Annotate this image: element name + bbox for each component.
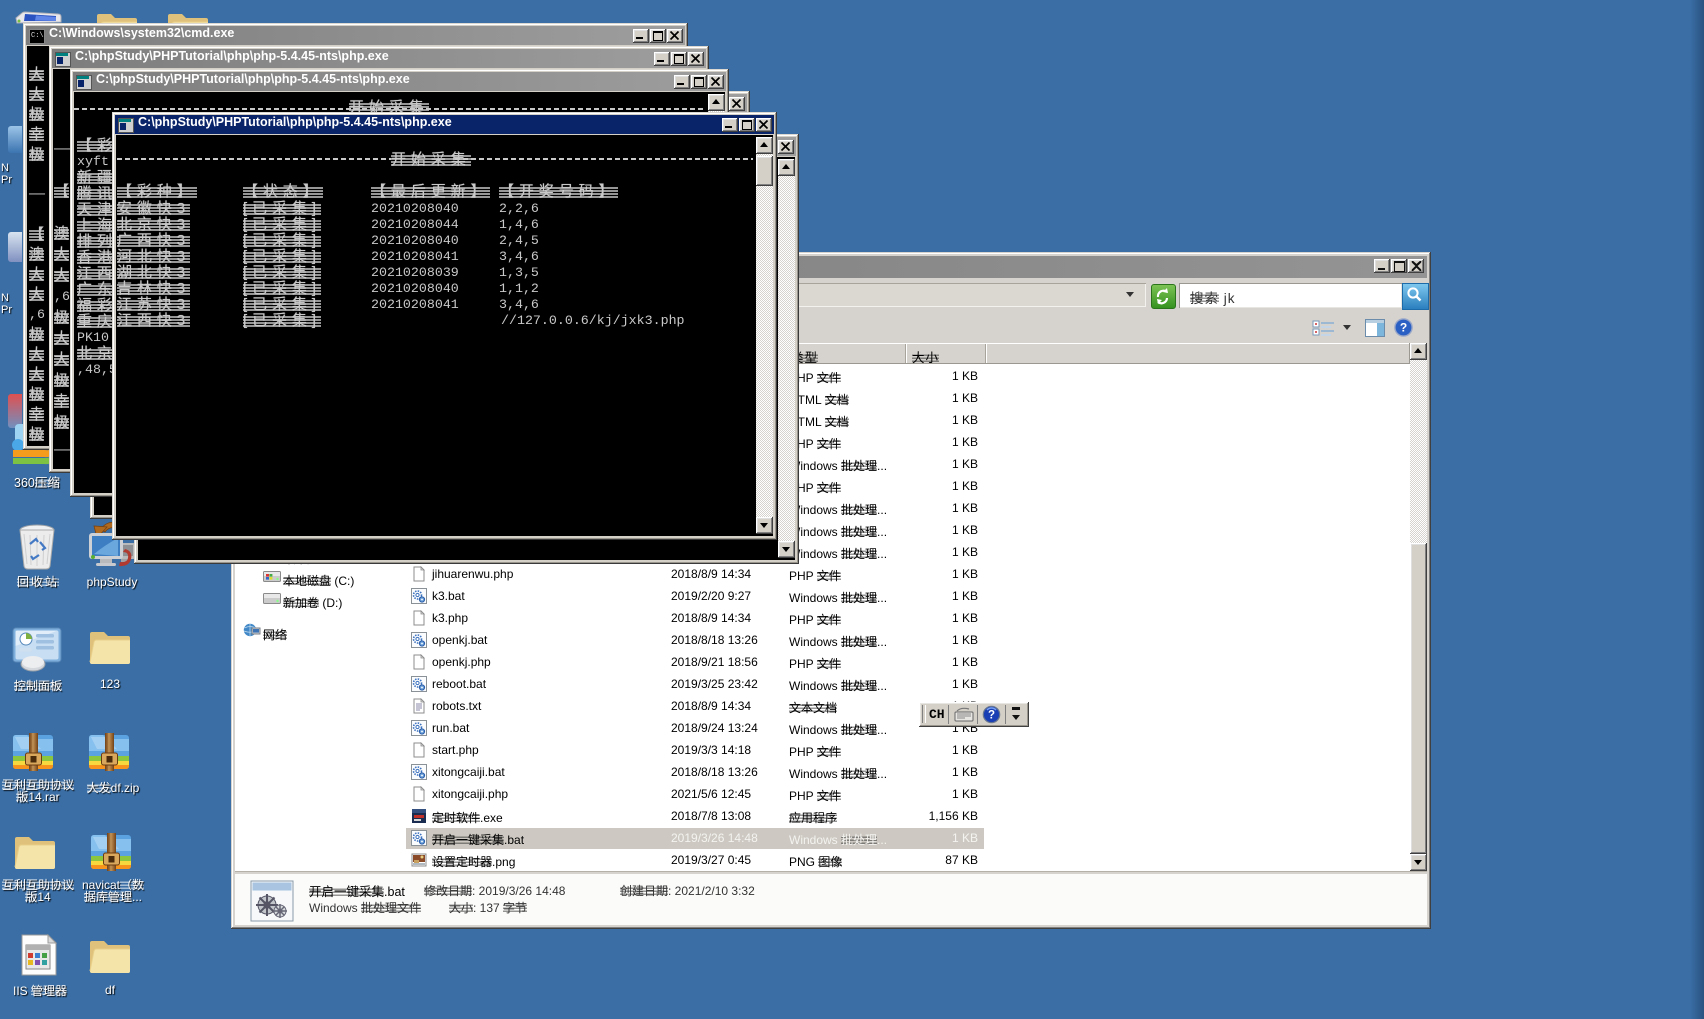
svg-text:?: ? [1400,321,1407,335]
svg-text:?: ? [988,710,995,722]
